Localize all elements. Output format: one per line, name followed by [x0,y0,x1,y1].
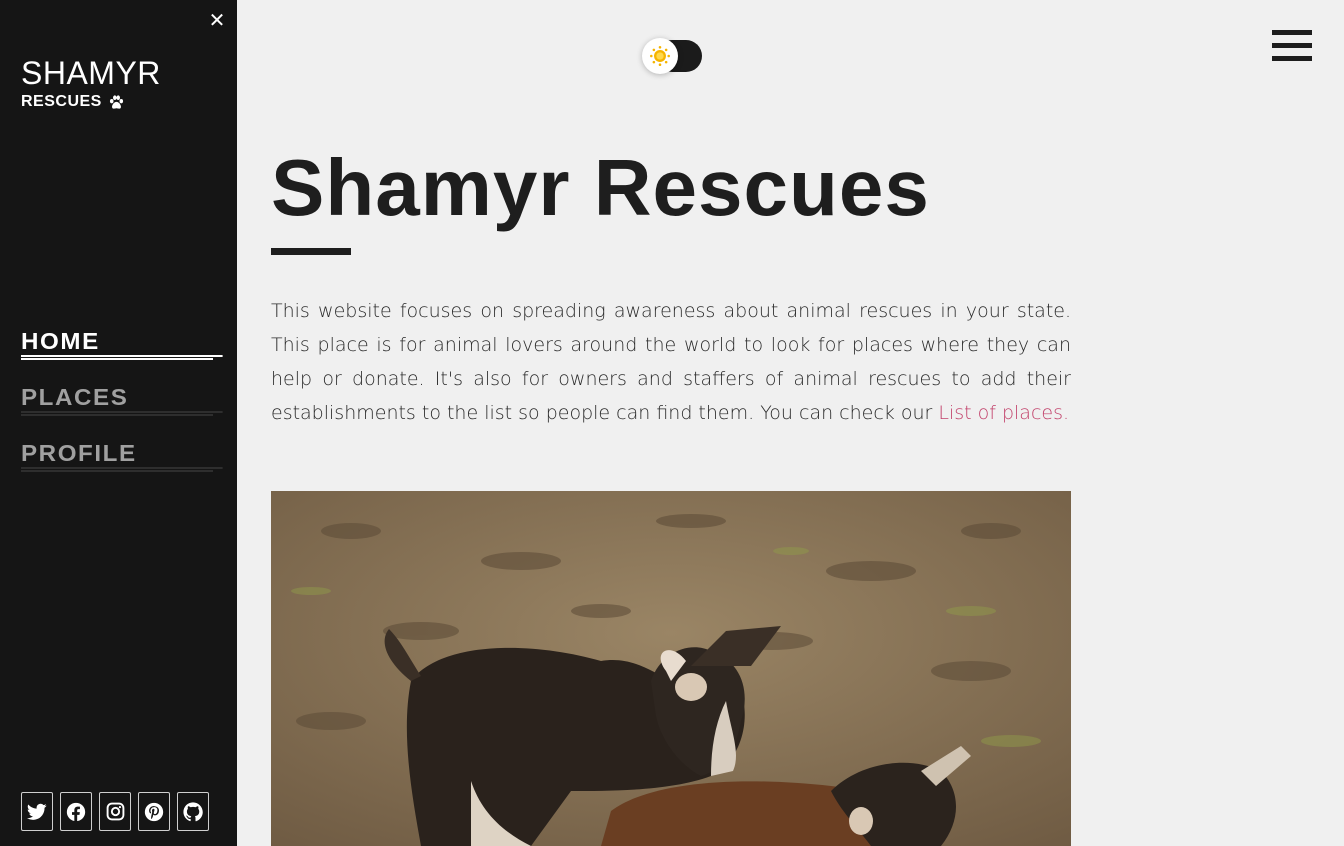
github-icon [183,801,203,821]
nav-item-label: HOME [21,326,223,357]
nav-item-label: PLACES [21,382,223,413]
title-underline [271,248,351,255]
twitter-icon [27,803,47,820]
main-content: Shamyr Rescues This website focuses on s… [237,0,1344,846]
twitter-link[interactable] [21,792,53,831]
paw-icon [109,94,123,109]
intro-paragraph: This website focuses on spreading awaren… [271,294,1071,430]
nav-item-profile[interactable]: PROFILE [21,435,223,491]
hamburger-icon [1272,30,1312,61]
facebook-link[interactable] [60,792,92,831]
facebook-icon [66,802,86,822]
list-of-places-link[interactable]: List of places. [938,402,1069,424]
toggle-knob [642,38,678,74]
github-link[interactable] [177,792,209,831]
theme-toggle[interactable] [642,38,702,74]
sidebar: ✕ SHAMYR RESCUES HOME PLACES PROFILE [0,0,237,846]
brand-name: SHAMYR [21,55,161,91]
nav-item-home[interactable]: HOME [21,323,223,379]
close-icon: ✕ [208,8,226,32]
main-nav: HOME PLACES PROFILE [21,323,223,491]
sun-icon [650,46,670,66]
instagram-icon [106,802,124,821]
pinterest-icon [144,802,164,821]
instagram-link[interactable] [99,792,131,831]
nav-item-label: PROFILE [21,438,223,469]
page-title: Shamyr Rescues [271,143,930,232]
close-sidebar-button[interactable]: ✕ [207,9,227,31]
brand-subtitle: RESCUES [21,93,102,110]
nav-item-places[interactable]: PLACES [21,379,223,435]
pinterest-link[interactable] [138,792,170,831]
menu-button[interactable] [1272,30,1312,64]
social-links [21,792,209,831]
brand-logo[interactable]: SHAMYR RESCUES [21,56,161,111]
goats-photo [271,491,1071,846]
